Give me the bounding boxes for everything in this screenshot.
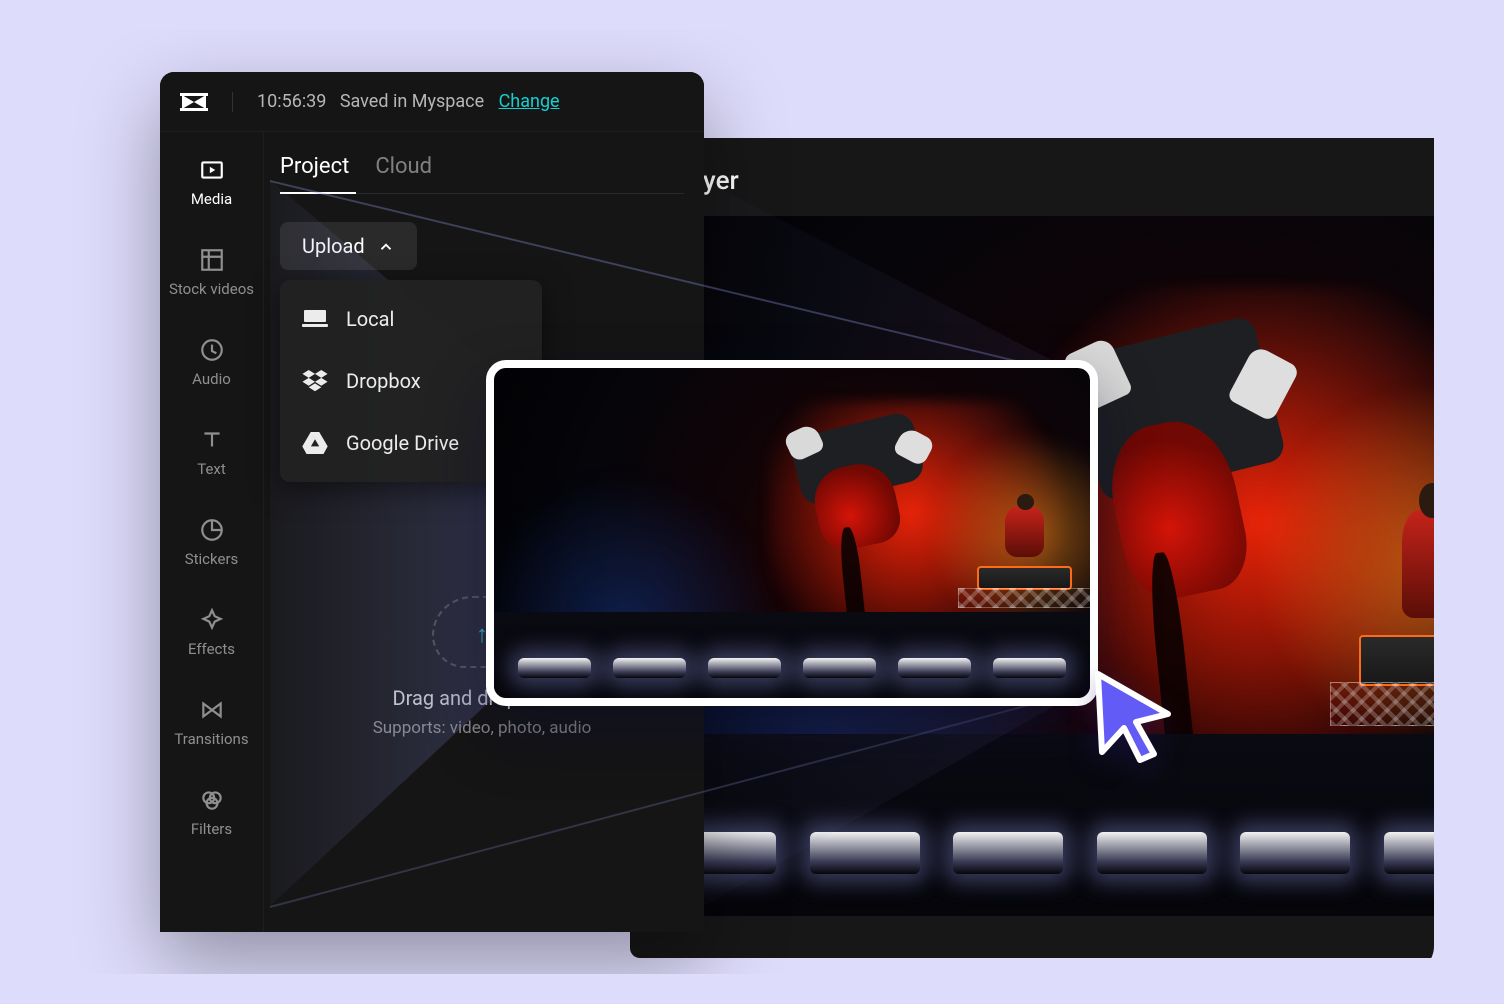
upload-menu-google-drive-label: Google Drive	[346, 431, 459, 455]
sidebar-item-label: Effects	[188, 640, 235, 658]
media-tabs: Project Cloud	[280, 132, 684, 193]
save-timestamp: 10:56:39	[257, 91, 326, 112]
sidebar-item-transitions[interactable]: Transitions	[160, 686, 263, 758]
upload-button-label: Upload	[302, 234, 365, 258]
topbar-divider	[232, 92, 233, 112]
app-logo-icon	[180, 91, 208, 113]
sidebar-item-label: Stickers	[185, 550, 239, 568]
topbar: 10:56:39 Saved in Myspace Change	[160, 72, 704, 132]
text-icon	[198, 426, 226, 454]
sidebar-item-audio[interactable]: Audio	[160, 326, 263, 398]
sidebar-item-label: Filters	[191, 820, 232, 838]
upload-menu-dropbox-label: Dropbox	[346, 369, 421, 393]
upload-menu-local-label: Local	[346, 307, 394, 331]
dragged-media-thumbnail[interactable]	[486, 360, 1098, 706]
sidebar-item-filters[interactable]: Filters	[160, 776, 263, 848]
audio-icon	[198, 336, 226, 364]
app-shell: Player	[70, 30, 1434, 974]
save-status: 10:56:39 Saved in Myspace Change	[257, 91, 560, 112]
stock-videos-icon	[198, 246, 226, 274]
sidebar-item-label: Audio	[192, 370, 231, 388]
effects-icon	[198, 606, 226, 634]
sidebar-item-media[interactable]: Media	[160, 146, 263, 218]
media-icon	[198, 156, 226, 184]
sidebar-item-label: Stock videos	[169, 280, 254, 298]
chevron-up-icon	[377, 237, 395, 255]
sidebar-item-label: Media	[191, 190, 232, 208]
dropbox-icon	[302, 368, 328, 394]
stickers-icon	[198, 516, 226, 544]
dropzone-text-secondary: Supports: video, photo, audio	[373, 718, 592, 738]
sidebar-item-stickers[interactable]: Stickers	[160, 506, 263, 578]
tab-cloud[interactable]: Cloud	[375, 154, 432, 193]
tab-project[interactable]: Project	[280, 154, 349, 193]
sidebar-item-text[interactable]: Text	[160, 416, 263, 488]
transitions-icon	[198, 696, 226, 724]
sidebar-item-stock-videos[interactable]: Stock videos	[160, 236, 263, 308]
player-title: Player	[630, 138, 1434, 216]
filters-icon	[198, 786, 226, 814]
local-device-icon	[302, 306, 328, 332]
sidebar-item-effects[interactable]: Effects	[160, 596, 263, 668]
upload-button[interactable]: Upload	[280, 222, 417, 270]
tab-underline	[280, 193, 684, 194]
sidebar: Media Stock videos Audio	[160, 132, 264, 932]
upload-menu-local[interactable]: Local	[280, 288, 542, 350]
sidebar-item-label: Text	[197, 460, 226, 478]
google-drive-icon	[302, 430, 328, 456]
save-location-text: Saved in Myspace	[340, 91, 484, 112]
change-location-link[interactable]: Change	[499, 91, 560, 112]
sidebar-item-label: Transitions	[174, 730, 248, 748]
